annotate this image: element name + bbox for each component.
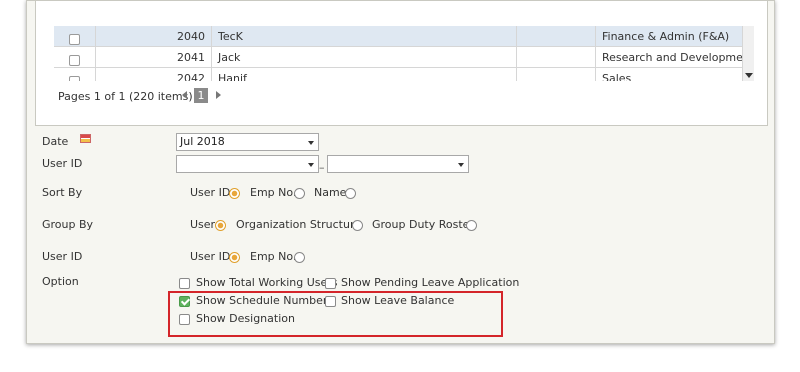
- sort-by-user-id-label: User ID: [190, 186, 231, 199]
- department-cell: Finance & Admin (F&A): [596, 26, 744, 47]
- option-label: Option: [42, 275, 79, 288]
- chevron-down-icon: [458, 163, 464, 167]
- date-select[interactable]: Jul 2018: [176, 133, 319, 151]
- table-row[interactable]: 2041 Jack Research and Development: [54, 47, 744, 68]
- show-pending-leave-checkbox[interactable]: [325, 278, 336, 289]
- table-row[interactable]: 2040 TecK Finance & Admin (F&A): [54, 26, 744, 47]
- prev-page-icon[interactable]: [182, 91, 187, 99]
- table-row[interactable]: 2042 Hanif Sales: [54, 68, 744, 81]
- group-by-duty-roster-label: Group Duty Roster: [372, 218, 474, 231]
- extra-cell: [517, 47, 596, 68]
- group-by-org-structure-radio[interactable]: [352, 220, 363, 231]
- highlight-box: [168, 291, 503, 337]
- range-separator: –: [319, 161, 325, 174]
- sort-by-label: Sort By: [42, 186, 83, 199]
- show-pending-leave-label: Show Pending Leave Application: [341, 276, 520, 289]
- show-total-working-users-label: Show Total Working Users: [196, 276, 338, 289]
- user-id-cell: 2041: [96, 47, 212, 68]
- group-by-user-label: User: [190, 218, 216, 231]
- row-checkbox[interactable]: [69, 54, 80, 66]
- group-by-label: Group By: [42, 218, 94, 231]
- display-emp-no-label: Emp No.: [250, 250, 297, 263]
- sort-by-user-id-radio[interactable]: [229, 188, 240, 199]
- row-checkbox[interactable]: [69, 75, 80, 81]
- name-cell: Jack: [212, 47, 517, 68]
- user-id-display-label: User ID: [42, 250, 83, 263]
- group-by-duty-roster-radio[interactable]: [466, 220, 477, 231]
- next-page-icon[interactable]: [216, 91, 221, 99]
- grid-vertical-scrollbar[interactable]: [742, 26, 754, 81]
- sort-by-emp-no-label: Emp No.: [250, 186, 297, 199]
- row-checkbox-cell[interactable]: [54, 68, 96, 81]
- user-id-cell: 2040: [96, 26, 212, 47]
- row-checkbox-cell[interactable]: [54, 26, 96, 47]
- show-total-working-users-checkbox[interactable]: [179, 278, 190, 289]
- scroll-down-arrow-icon[interactable]: [745, 73, 753, 78]
- pager-summary: Pages 1 of 1 (220 items): [58, 90, 193, 103]
- user-id-from-select[interactable]: [176, 155, 319, 173]
- date-label: Date: [42, 135, 69, 148]
- extra-cell: [517, 68, 596, 81]
- extra-cell: [517, 26, 596, 47]
- sort-by-name-radio[interactable]: [345, 188, 356, 199]
- calendar-icon[interactable]: [80, 134, 91, 143]
- user-id-cell: 2042: [96, 68, 212, 81]
- name-cell: TecK: [212, 26, 517, 47]
- name-cell: Hanif: [212, 68, 517, 81]
- row-checkbox[interactable]: [69, 33, 80, 45]
- date-select-value: Jul 2018: [180, 135, 225, 148]
- pager-current-page[interactable]: 1: [194, 88, 208, 103]
- department-cell: Research and Development: [596, 47, 744, 68]
- department-cell: Sales: [596, 68, 744, 81]
- sort-by-name-label: Name: [314, 186, 347, 199]
- sort-by-emp-no-radio[interactable]: [294, 188, 305, 199]
- chevron-down-icon: [308, 163, 314, 167]
- display-user-id-radio[interactable]: [229, 252, 240, 263]
- group-by-user-radio[interactable]: [215, 220, 226, 231]
- display-emp-no-radio[interactable]: [294, 252, 305, 263]
- display-user-id-label: User ID: [190, 250, 231, 263]
- user-id-to-select[interactable]: [327, 155, 469, 173]
- row-checkbox-cell[interactable]: [54, 47, 96, 68]
- chevron-down-icon: [308, 141, 314, 145]
- user-id-label: User ID: [42, 157, 83, 170]
- group-by-org-structure-label: Organization Structure: [236, 218, 361, 231]
